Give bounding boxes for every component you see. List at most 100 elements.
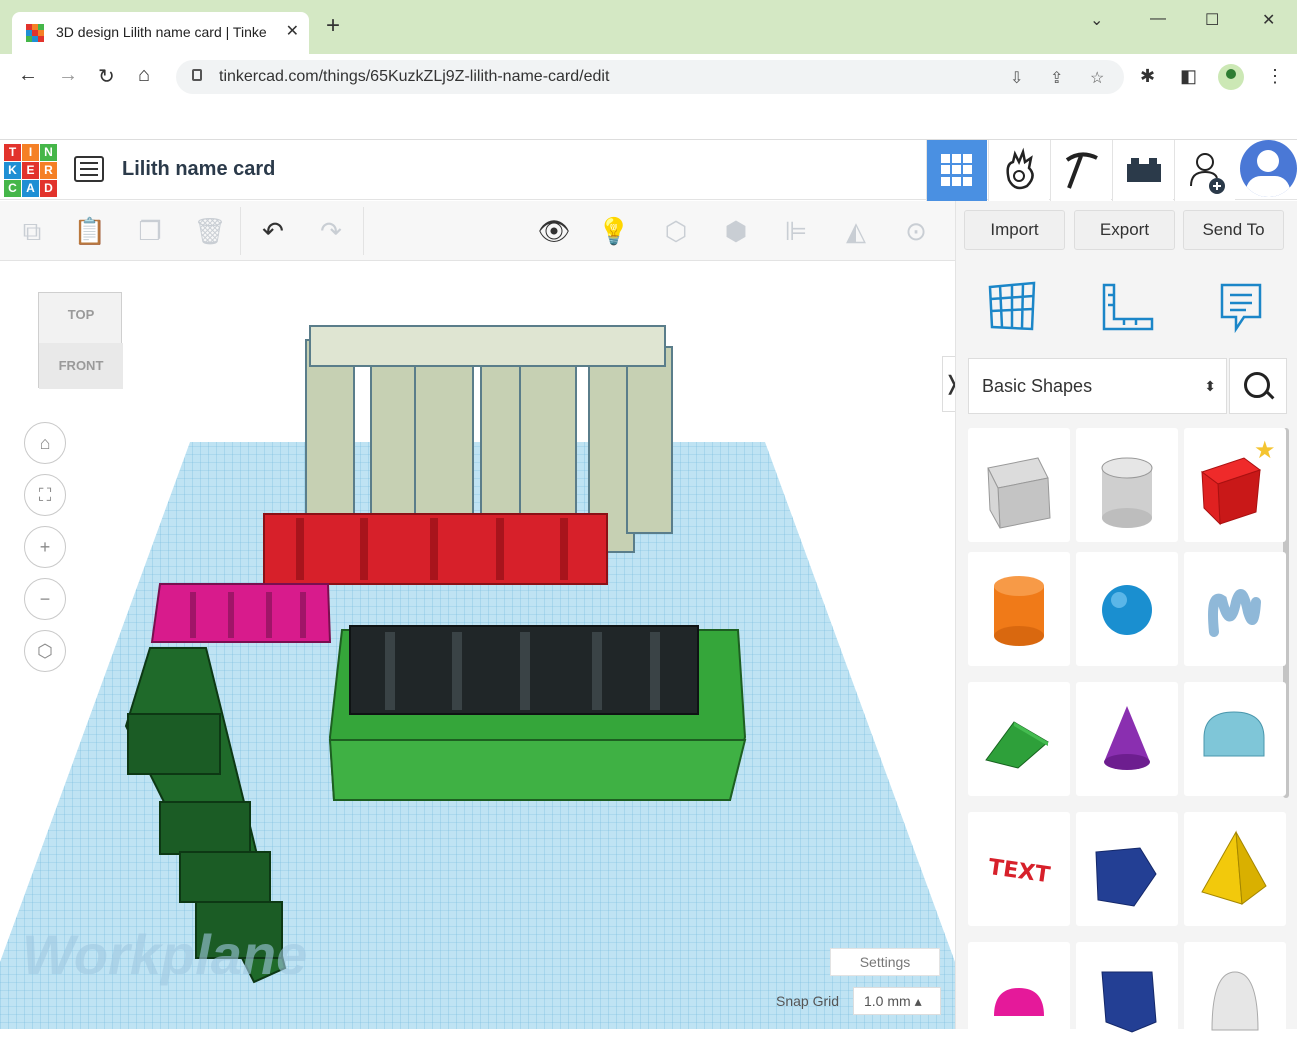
new-tab-button[interactable]: + <box>326 14 340 38</box>
shape-cylinder-hole[interactable] <box>1076 428 1178 542</box>
view-cube[interactable]: TOP FRONT <box>38 292 123 389</box>
mirror-icon[interactable]: ◭ <box>838 213 874 249</box>
maximize-button[interactable]: ☐ <box>1205 10 1219 30</box>
divider <box>363 207 364 255</box>
browser-menu-icon[interactable]: ⋮ <box>1266 66 1284 87</box>
shape-wedge[interactable] <box>1076 812 1178 926</box>
edit-toolbar: ⧉ 📋 ❐ 🗑 ↶ ↷ 👁 💡 ⬡ ⬢ ⊫ ◭ ⊙ <box>0 201 955 261</box>
app-header: T I N K E R C A D Lilith name card <box>0 139 1297 201</box>
address-bar[interactable]: tinkercad.com/things/65KuzkZLj9Z-lilith-… <box>176 60 1124 94</box>
import-button[interactable]: Import <box>964 210 1065 250</box>
scene-canvas[interactable] <box>0 262 955 1029</box>
tab-close-icon[interactable]: ✕ <box>286 21 299 41</box>
notes-icon[interactable] <box>1218 281 1264 335</box>
select-arrows-icon: ⬍ <box>1204 378 1216 394</box>
tab-title: 3D design Lilith name card | Tinke <box>56 24 267 40</box>
shape-cylinder[interactable] <box>968 552 1070 666</box>
tinkercad-logo[interactable]: T I N K E R C A D <box>4 144 57 197</box>
pickaxe-button[interactable] <box>1050 140 1111 201</box>
workplane-viewport[interactable]: Workplane TOP FRONT ⌂ ⛶ + − ⬡ Settings S… <box>0 262 955 1029</box>
pink-lilith-text[interactable] <box>150 583 332 643</box>
reload-icon[interactable]: ↻ <box>98 64 115 89</box>
lock-icon <box>192 69 202 81</box>
search-icon[interactable] <box>1229 358 1287 414</box>
add-user-icon <box>1190 153 1225 194</box>
viewcube-top[interactable]: TOP <box>39 293 123 337</box>
send-to-button[interactable]: Send To <box>1183 210 1284 250</box>
shape-paraboloid[interactable] <box>1184 942 1286 1056</box>
workplane-icon[interactable] <box>986 281 1038 333</box>
bricks-icon <box>1127 158 1161 182</box>
zoom-out-icon[interactable]: − <box>24 578 66 620</box>
browser-toolbar: ← → ↻ ⌂ tinkercad.com/things/65KuzkZLj9Z… <box>0 54 1297 100</box>
show-all-icon[interactable]: 👁 <box>536 213 572 249</box>
grid-view-icon <box>941 154 973 186</box>
red-lilith-text[interactable] <box>263 513 608 585</box>
shape-box-favorite[interactable]: ★ <box>1184 428 1286 542</box>
home-icon[interactable]: ⌂ <box>138 64 150 87</box>
add-user-button[interactable] <box>1174 140 1235 201</box>
shape-round-roof[interactable] <box>1184 682 1286 796</box>
bricks-button[interactable] <box>1112 140 1173 201</box>
snap-grid-label: Snap Grid <box>776 993 840 1009</box>
undo-icon[interactable]: ↶ <box>255 213 291 249</box>
pickaxe-icon <box>1065 152 1098 189</box>
snap-grid-value: 1.0 mm <box>864 993 911 1009</box>
avatar[interactable] <box>1240 140 1297 197</box>
export-button[interactable]: Export <box>1074 210 1175 250</box>
design-title[interactable]: Lilith name card <box>122 158 275 181</box>
side-panel-icon[interactable]: ◧ <box>1180 66 1197 87</box>
black-lilith-text[interactable] <box>349 625 699 715</box>
shape-category-select[interactable]: Basic Shapes ⬍ <box>968 358 1227 414</box>
divider <box>240 207 241 255</box>
tinker-hand-button[interactable] <box>988 140 1049 201</box>
close-window-button[interactable]: ✕ <box>1262 10 1275 30</box>
shape-text[interactable]: TEXT <box>968 812 1070 926</box>
svg-text:TEXT: TEXT <box>987 855 1052 888</box>
ruler-icon[interactable] <box>1100 281 1156 333</box>
shape-half-sphere[interactable] <box>968 942 1070 1056</box>
paste-icon[interactable]: 📋 <box>72 213 108 249</box>
redo-icon[interactable]: ↷ <box>313 213 349 249</box>
extensions-icon[interactable]: ✱ <box>1140 66 1155 87</box>
fit-view-icon[interactable]: ⛶ <box>24 474 66 516</box>
duplicate-icon[interactable]: ❐ <box>132 213 168 249</box>
profile-icon[interactable] <box>1218 64 1244 90</box>
tinkercad-favicon-icon <box>26 24 44 42</box>
grid-view-button[interactable] <box>926 140 987 201</box>
shape-box[interactable] <box>968 428 1070 542</box>
minimize-button[interactable]: — <box>1150 10 1166 28</box>
tab-search-icon[interactable]: ⌄ <box>1090 10 1103 30</box>
browser-tab[interactable]: 3D design Lilith name card | Tinke ✕ <box>12 12 309 54</box>
shape-pyramid[interactable] <box>1184 812 1286 926</box>
tinker-hand-icon <box>1006 147 1034 190</box>
shape-roof[interactable] <box>968 682 1070 796</box>
delete-icon[interactable]: 🗑 <box>192 213 228 249</box>
copy-icon[interactable]: ⧉ <box>14 213 50 249</box>
shape-category-value: Basic Shapes <box>982 376 1093 396</box>
settings-button[interactable]: Settings <box>830 948 940 976</box>
cruise-icon[interactable]: ⊙ <box>898 213 934 249</box>
workplane-label: Workplane <box>22 923 308 986</box>
install-icon[interactable]: ⇩ <box>1010 68 1023 88</box>
snap-grid-select[interactable]: 1.0 mm ▴ <box>853 987 941 1015</box>
design-list-icon[interactable] <box>74 156 104 182</box>
ungroup-icon[interactable]: ⬢ <box>718 213 754 249</box>
forward-icon[interactable]: → <box>58 64 78 87</box>
group-icon[interactable]: ⬡ <box>658 213 694 249</box>
zoom-in-icon[interactable]: + <box>24 526 66 568</box>
shape-sphere[interactable] <box>1076 552 1178 666</box>
notes-light-icon[interactable]: 💡 <box>596 213 632 249</box>
url-text[interactable]: tinkercad.com/things/65KuzkZLj9Z-lilith-… <box>219 68 609 86</box>
shape-polygon[interactable] <box>1076 942 1178 1056</box>
bookmark-star-icon[interactable]: ☆ <box>1090 68 1104 88</box>
home-view-icon[interactable]: ⌂ <box>24 422 66 464</box>
back-icon[interactable]: ← <box>18 64 38 87</box>
perspective-icon[interactable]: ⬡ <box>24 630 66 672</box>
align-icon[interactable]: ⊫ <box>778 213 814 249</box>
svg-text:★: ★ <box>1254 436 1276 464</box>
shape-cone[interactable] <box>1076 682 1178 796</box>
share-icon[interactable]: ⇪ <box>1050 68 1063 88</box>
shape-scribble[interactable] <box>1184 552 1286 666</box>
viewcube-front[interactable]: FRONT <box>39 343 123 389</box>
